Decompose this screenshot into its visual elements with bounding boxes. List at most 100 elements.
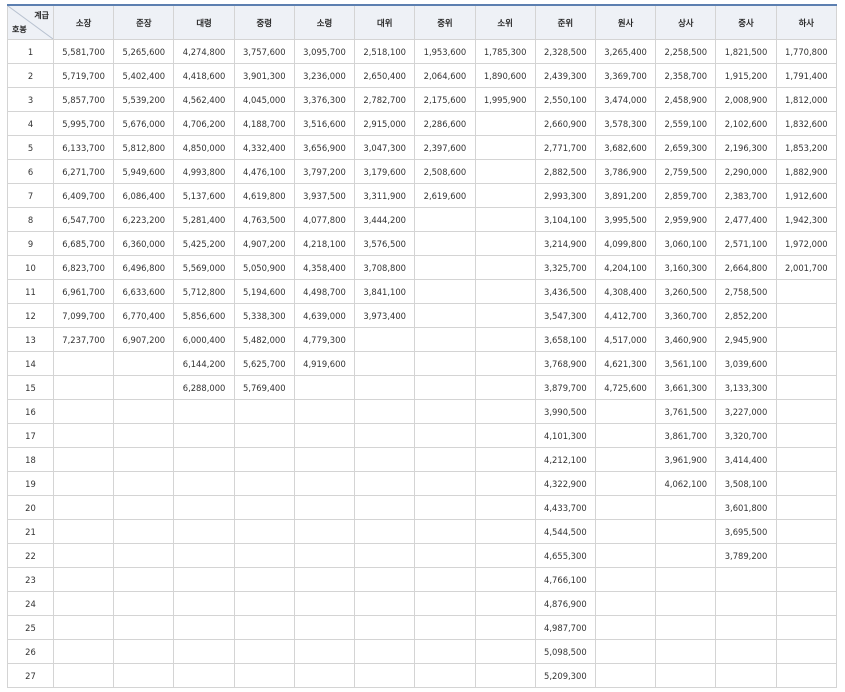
- salary-cell: [715, 639, 777, 664]
- salary-cell: 4,412,700: [594, 303, 657, 328]
- salary-cell: 1,915,200: [715, 63, 777, 88]
- salary-cell: 2,477,400: [715, 207, 777, 232]
- salary-cell: [474, 279, 536, 304]
- salary-cell: 4,544,500: [534, 519, 596, 544]
- salary-cell: [474, 351, 536, 376]
- salary-cell: 5,194,600: [233, 279, 295, 304]
- salary-cell: 4,706,200: [173, 111, 235, 136]
- salary-cell: [594, 423, 657, 448]
- salary-cell: [775, 279, 838, 304]
- salary-cell: 6,770,400: [113, 303, 175, 328]
- salary-cell: 2,290,000: [715, 159, 777, 184]
- salary-cell: [233, 663, 295, 688]
- salary-cell: [113, 543, 175, 568]
- salary-cell: [474, 615, 536, 640]
- step-number-cell: 6: [7, 159, 54, 184]
- salary-cell: 4,655,300: [534, 543, 596, 568]
- salary-cell: [414, 447, 476, 472]
- salary-cell: 4,517,000: [594, 327, 657, 352]
- table-row: 16 3,990,500 3,761,500 3,227,000: [7, 399, 838, 424]
- salary-cell: [474, 159, 536, 184]
- salary-cell: [354, 495, 416, 520]
- salary-cell: 1,882,900: [775, 159, 838, 184]
- step-number-cell: 18: [7, 447, 54, 472]
- salary-cell: 4,308,400: [594, 279, 657, 304]
- salary-cell: [414, 495, 476, 520]
- salary-cell: 6,144,200: [173, 351, 235, 376]
- step-number-cell: 11: [7, 279, 54, 304]
- step-number-cell: 20: [7, 495, 54, 520]
- salary-cell: [293, 543, 356, 568]
- table-row: 3 5,857,700 5,539,200 4,562,400 4,045,000 3,3…: [7, 87, 838, 112]
- salary-cell: [173, 615, 235, 640]
- salary-cell: 4,562,400: [173, 87, 235, 112]
- salary-cell: 4,077,800: [293, 207, 356, 232]
- salary-cell: 3,768,900: [534, 351, 596, 376]
- column-header: 상사: [655, 4, 717, 40]
- salary-cell: 5,281,400: [173, 207, 235, 232]
- step-number-cell: 2: [7, 63, 54, 88]
- salary-cell: 3,576,500: [354, 231, 416, 256]
- salary-cell: 6,000,400: [173, 327, 235, 352]
- salary-cell: 2,258,500: [655, 39, 717, 64]
- salary-cell: 4,993,800: [173, 159, 235, 184]
- step-number-cell: 1: [7, 39, 54, 64]
- salary-cell: [354, 567, 416, 592]
- salary-table: 계급 호봉 소장 준장 대령 중령 소령 대위 중위 소위 준위 원사 상사 중사 하사 1 5,581,…: [7, 4, 838, 688]
- salary-cell: [414, 279, 476, 304]
- salary-cell: 3,360,700: [655, 303, 717, 328]
- salary-cell: [715, 591, 777, 616]
- salary-cell: [113, 639, 175, 664]
- salary-cell: [293, 447, 356, 472]
- salary-cell: 1,890,600: [474, 63, 536, 88]
- step-number-cell: 3: [7, 87, 54, 112]
- salary-cell: [173, 399, 235, 424]
- salary-cell: 4,907,200: [233, 231, 295, 256]
- salary-cell: [293, 615, 356, 640]
- salary-cell: 3,761,500: [655, 399, 717, 424]
- salary-cell: [715, 663, 777, 688]
- salary-cell: [52, 591, 115, 616]
- salary-cell: 3,236,000: [293, 63, 356, 88]
- salary-cell: 2,550,100: [534, 87, 596, 112]
- salary-cell: 3,789,200: [715, 543, 777, 568]
- step-number-cell: 13: [7, 327, 54, 352]
- salary-cell: 2,882,500: [534, 159, 596, 184]
- salary-cell: [354, 543, 416, 568]
- salary-cell: [594, 543, 657, 568]
- table-row: 24 4,876,900: [7, 591, 838, 616]
- salary-cell: 6,685,700: [52, 231, 115, 256]
- salary-cell: [655, 591, 717, 616]
- salary-cell: [414, 423, 476, 448]
- salary-cell: 5,812,800: [113, 135, 175, 160]
- salary-cell: [52, 543, 115, 568]
- salary-cell: 1,942,300: [775, 207, 838, 232]
- step-number-cell: 27: [7, 663, 54, 688]
- salary-cell: 3,133,300: [715, 375, 777, 400]
- table-row: 10 6,823,700 6,496,800 5,569,000 5,050,900 4,…: [7, 255, 838, 280]
- salary-cell: 5,857,700: [52, 87, 115, 112]
- step-number-cell: 15: [7, 375, 54, 400]
- salary-cell: [474, 183, 536, 208]
- salary-cell: [775, 519, 838, 544]
- salary-cell: 5,539,200: [113, 87, 175, 112]
- salary-cell: 4,919,600: [293, 351, 356, 376]
- salary-cell: 5,402,400: [113, 63, 175, 88]
- salary-cell: [655, 495, 717, 520]
- salary-cell: [113, 471, 175, 496]
- salary-cell: 4,218,100: [293, 231, 356, 256]
- salary-cell: [173, 567, 235, 592]
- salary-cell: 3,601,800: [715, 495, 777, 520]
- salary-cell: 4,101,300: [534, 423, 596, 448]
- salary-cell: 3,104,100: [534, 207, 596, 232]
- salary-cell: [414, 303, 476, 328]
- salary-cell: 3,797,200: [293, 159, 356, 184]
- salary-cell: [775, 591, 838, 616]
- salary-cell: 6,086,400: [113, 183, 175, 208]
- salary-cell: 3,508,100: [715, 471, 777, 496]
- salary-cell: [52, 663, 115, 688]
- corner-header: 계급 호봉: [7, 4, 54, 40]
- salary-cell: 5,050,900: [233, 255, 295, 280]
- salary-cell: [414, 639, 476, 664]
- salary-cell: [594, 519, 657, 544]
